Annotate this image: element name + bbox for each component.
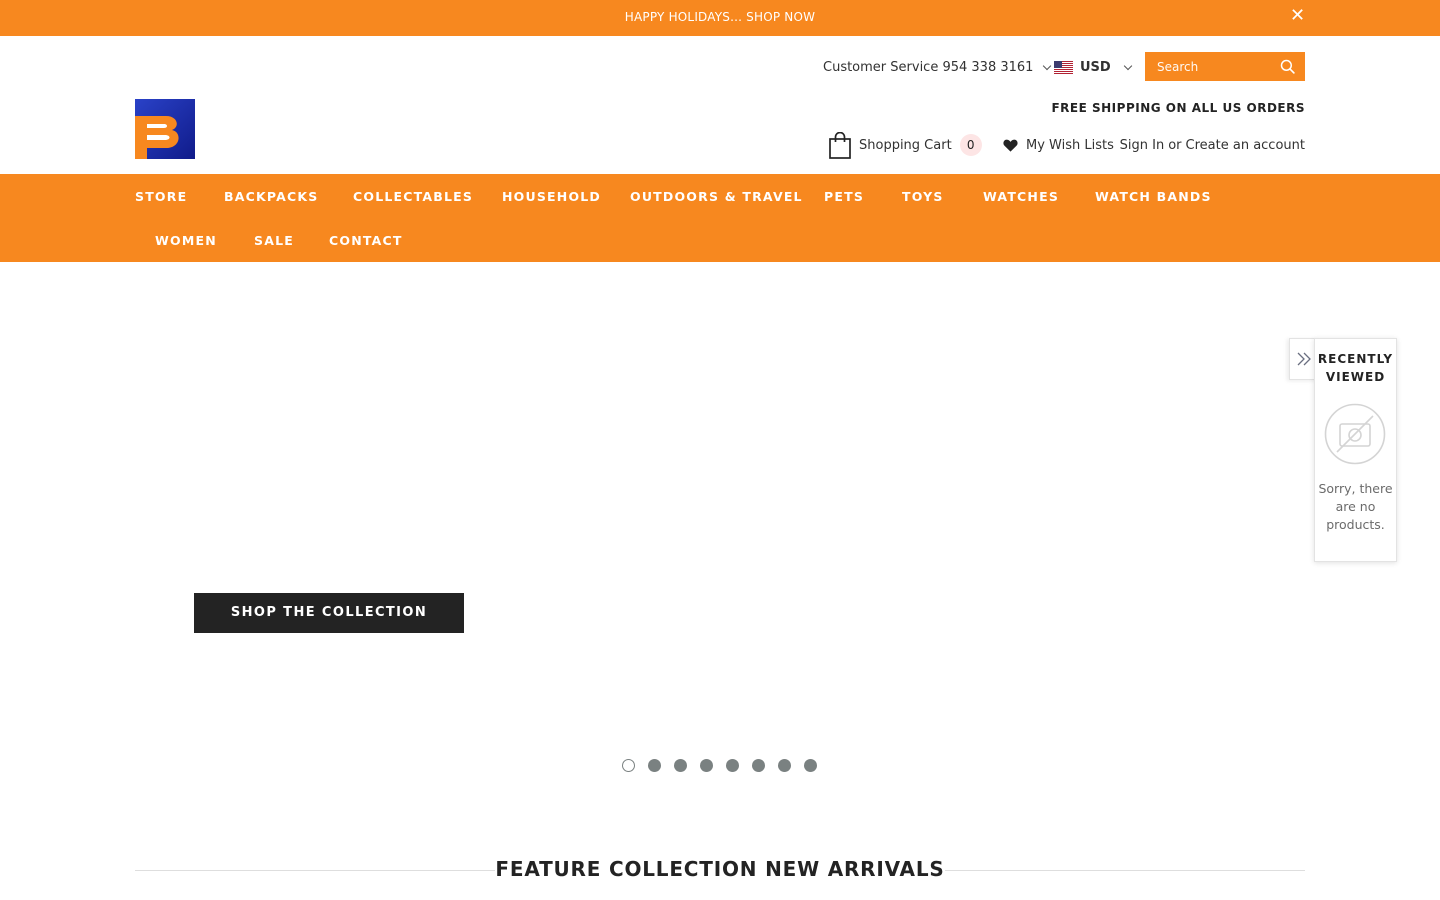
currency-label: USD bbox=[1080, 59, 1111, 75]
or-text: or bbox=[1168, 137, 1182, 153]
slider-dot[interactable] bbox=[804, 759, 817, 772]
slider-dot[interactable] bbox=[622, 759, 635, 772]
language-dropdown[interactable] bbox=[1036, 52, 1052, 82]
account-links: Sign In or Create an account bbox=[1120, 130, 1305, 160]
slider-dot[interactable] bbox=[726, 759, 739, 772]
wishlist-label: My Wish Lists bbox=[1026, 137, 1114, 153]
shopping-cart-label: Shopping Cart bbox=[859, 137, 952, 153]
store-logo[interactable] bbox=[135, 99, 195, 159]
announcement-link[interactable]: HAPPY HOLIDAYS... SHOP NOW bbox=[0, 10, 1440, 24]
heart-icon bbox=[1003, 139, 1018, 152]
search-input[interactable] bbox=[1145, 52, 1275, 81]
recently-viewed-title-line2: VIEWED bbox=[1325, 370, 1386, 384]
currency-selector[interactable]: USD bbox=[1054, 52, 1132, 82]
nav-item-sale[interactable]: SALE bbox=[254, 233, 294, 248]
shopping-cart-link[interactable]: Shopping Cart 0 bbox=[829, 130, 982, 160]
hero-slider bbox=[0, 262, 1440, 802]
nav-item-pets[interactable]: PETS bbox=[824, 189, 864, 204]
free-shipping-notice: FREE SHIPPING ON ALL US ORDERS bbox=[1051, 101, 1305, 115]
chevron-down-icon bbox=[1123, 61, 1132, 70]
chevron-down-icon bbox=[1042, 61, 1052, 70]
slider-pagination bbox=[622, 759, 817, 772]
search-form bbox=[1145, 52, 1305, 81]
nav-item-household[interactable]: HOUSEHOLD bbox=[502, 189, 601, 204]
sign-in-link[interactable]: Sign In bbox=[1120, 138, 1165, 153]
slider-dot[interactable] bbox=[648, 759, 661, 772]
search-icon[interactable] bbox=[1280, 59, 1295, 74]
nav-item-outdoors-travel[interactable]: OUTDOORS & TRAVEL bbox=[630, 189, 803, 204]
us-flag-icon bbox=[1054, 60, 1073, 74]
announcement-bar: HAPPY HOLIDAYS... SHOP NOW ✕ bbox=[0, 0, 1440, 36]
customer-service-text: Customer Service 954 338 3161 bbox=[823, 59, 1034, 75]
slider-dot[interactable] bbox=[778, 759, 791, 772]
nav-item-contact[interactable]: CONTACT bbox=[329, 233, 403, 248]
wishlist-link[interactable]: My Wish Lists bbox=[1003, 130, 1114, 160]
nav-item-women[interactable]: WOMEN bbox=[155, 233, 217, 248]
create-account-link[interactable]: Create an account bbox=[1186, 138, 1305, 153]
nav-item-collectables[interactable]: COLLECTABLES bbox=[353, 189, 473, 204]
no-image-icon bbox=[1324, 403, 1386, 465]
nav-item-watches[interactable]: WATCHES bbox=[983, 189, 1059, 204]
cart-count-badge: 0 bbox=[959, 134, 982, 156]
shop-collection-button[interactable]: SHOP THE COLLECTION bbox=[194, 593, 464, 633]
recently-viewed-empty-message: Sorry, there are no products. bbox=[1318, 481, 1393, 532]
nav-item-backpacks[interactable]: BACKPACKS bbox=[224, 189, 318, 204]
nav-item-toys[interactable]: TOYS bbox=[902, 189, 944, 204]
recently-viewed-panel: RECENTLY VIEWED Sorry, there are no prod… bbox=[1314, 338, 1397, 562]
main-navigation: STORE BACKPACKS COLLECTABLES HOUSEHOLD O… bbox=[0, 174, 1440, 262]
slider-dot[interactable] bbox=[700, 759, 713, 772]
slider-dot[interactable] bbox=[674, 759, 687, 772]
recently-viewed-title-line1: RECENTLY bbox=[1317, 352, 1394, 366]
shopping-bag-icon bbox=[829, 131, 851, 159]
feature-collection-heading: FEATURE COLLECTION NEW ARRIVALS bbox=[135, 855, 1305, 887]
slider-dot[interactable] bbox=[752, 759, 765, 772]
double-chevron-right-icon bbox=[1297, 352, 1311, 366]
section-title: FEATURE COLLECTION NEW ARRIVALS bbox=[495, 857, 945, 881]
close-icon[interactable]: ✕ bbox=[1290, 6, 1306, 26]
nav-item-watch-bands[interactable]: WATCH BANDS bbox=[1095, 189, 1212, 204]
recently-viewed-title: RECENTLY VIEWED bbox=[1315, 350, 1396, 386]
nav-item-store[interactable]: STORE bbox=[135, 189, 187, 204]
